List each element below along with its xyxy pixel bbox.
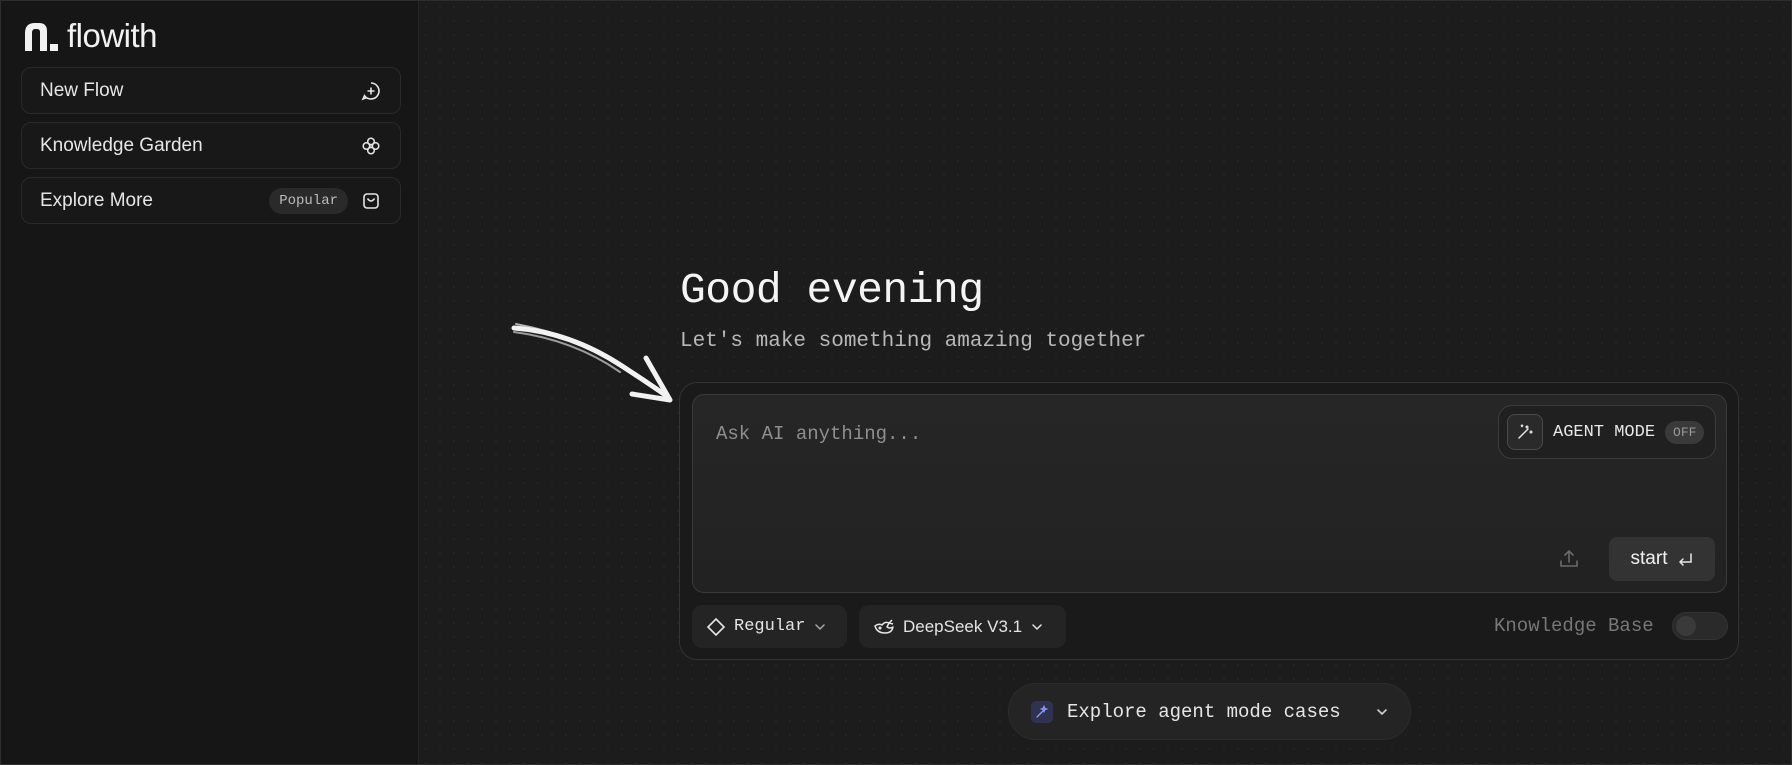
sidebar-item-label: Explore More <box>40 189 153 211</box>
model-select[interactable]: DeepSeek V3.1 <box>859 605 1066 648</box>
upload-button[interactable] <box>1549 541 1589 577</box>
chevron-down-icon <box>1377 708 1387 715</box>
mode-label: Regular <box>734 617 806 636</box>
brand-logo[interactable]: flowith <box>23 17 158 54</box>
whale-icon <box>874 618 894 634</box>
chevron-down-icon <box>1032 623 1042 630</box>
chevron-down-icon <box>815 623 826 630</box>
model-label: DeepSeek V3.1 <box>903 616 1023 636</box>
magic-wand-icon <box>1507 414 1543 450</box>
sidebar-item-label: Knowledge Garden <box>40 134 203 156</box>
sidebar-item-explore-more[interactable]: Explore More Popular <box>21 177 401 224</box>
greeting-subtitle: Let's make something amazing together <box>680 330 1147 353</box>
flower-icon <box>360 135 382 157</box>
sidebar-item-knowledge-garden[interactable]: Knowledge Garden <box>21 122 401 169</box>
sidebar-item-label: New Flow <box>40 79 124 101</box>
flowith-logo-icon <box>25 23 58 51</box>
popular-badge: Popular <box>269 187 348 214</box>
agent-mode-toggle[interactable]: AGENT MODE OFF <box>1498 405 1716 459</box>
explore-agent-cases-button[interactable]: Explore agent mode cases <box>1008 683 1411 740</box>
knowledge-base-toggle[interactable] <box>1672 612 1728 640</box>
sidebar: flowith New Flow Knowledge Garden Explor… <box>1 1 419 764</box>
greeting-title: Good evening <box>680 266 984 315</box>
enter-key-icon <box>1679 553 1693 566</box>
toggle-knob <box>1676 616 1696 636</box>
start-button[interactable]: start <box>1609 537 1715 581</box>
pointer-arrow-icon <box>511 323 673 403</box>
diamond-icon <box>706 617 726 636</box>
knowledge-base-label: Knowledge Base <box>1494 615 1654 637</box>
sidebar-item-new-flow[interactable]: New Flow <box>21 67 401 114</box>
explore-label: Explore agent mode cases <box>1067 700 1341 723</box>
agent-mode-label: AGENT MODE <box>1553 422 1656 442</box>
upload-icon <box>1560 549 1578 567</box>
brand-name: flowith <box>67 17 158 54</box>
sparkle-icon <box>1031 700 1053 723</box>
shopping-bag-icon <box>360 190 382 212</box>
chat-plus-icon <box>360 80 382 102</box>
ask-ai-input[interactable] <box>714 418 1478 450</box>
start-label: start <box>1630 548 1668 569</box>
mode-select[interactable]: Regular <box>692 605 847 648</box>
agent-mode-state: OFF <box>1665 420 1705 444</box>
